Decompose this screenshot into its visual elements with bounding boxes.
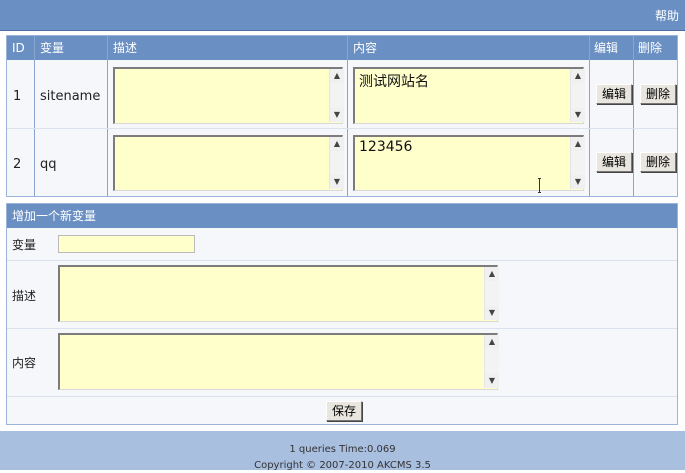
row-2-description-textarea[interactable] <box>113 135 343 191</box>
col-header-description: 描述 <box>113 41 138 55</box>
row-2-content-scrollbar[interactable]: ▲ ▼ <box>570 137 585 189</box>
scroll-down-icon[interactable]: ▼ <box>330 108 344 122</box>
help-link[interactable]: 帮助 <box>655 7 679 24</box>
scroll-up-icon[interactable]: ▲ <box>330 69 344 83</box>
variable-name-input[interactable] <box>58 235 195 253</box>
description-label: 描述 <box>12 289 37 303</box>
scroll-down-icon[interactable]: ▼ <box>330 175 344 189</box>
content-scrollbar[interactable]: ▲ ▼ <box>484 335 499 388</box>
text-cursor-icon <box>538 178 541 193</box>
scroll-up-icon[interactable]: ▲ <box>571 69 585 83</box>
content-textarea[interactable] <box>58 333 498 390</box>
row-2-content-text: 123456 <box>359 139 413 155</box>
col-header-name: 变量 <box>40 41 65 55</box>
scroll-down-icon[interactable]: ▼ <box>571 175 585 189</box>
name-label: 变量 <box>12 238 37 252</box>
scroll-down-icon[interactable]: ▼ <box>485 374 499 388</box>
row-2-name: qq <box>40 157 57 172</box>
footer: 1 queries Time:0.069 Copyright © 2007-20… <box>0 431 685 471</box>
row-1-content-textarea[interactable]: 测试网站名 <box>353 67 584 124</box>
row-1-content-text: 测试网站名 <box>359 74 429 90</box>
save-button[interactable]: 保存 <box>326 401 363 421</box>
row-2-description-scrollbar[interactable]: ▲ ▼ <box>329 137 344 189</box>
description-textarea[interactable] <box>58 265 498 322</box>
content-label: 内容 <box>12 356 37 370</box>
variables-table: ID 变量 描述 内容 编辑 删除 1 sitename ▲ ▼ 测试网站名 ▲… <box>6 35 678 197</box>
add-variable-form: 增加一个新变量 变量 描述 ▲ ▼ 内容 ▲ ▼ 保存 <box>6 203 678 425</box>
col-header-id: ID <box>12 41 25 55</box>
row-1-description-scrollbar[interactable]: ▲ ▼ <box>329 69 344 122</box>
row-2-id: 2 <box>13 157 22 172</box>
top-bar: 帮助 <box>0 0 685 31</box>
description-scrollbar[interactable]: ▲ ▼ <box>484 267 499 320</box>
col-header-content: 内容 <box>353 41 378 55</box>
row-2-edit-button[interactable]: 编辑 <box>596 152 633 172</box>
row-1-description-textarea[interactable] <box>113 67 343 124</box>
query-stats: 1 queries Time:0.069 <box>289 444 396 455</box>
row-2-delete-button[interactable]: 删除 <box>640 152 677 172</box>
scroll-up-icon[interactable]: ▲ <box>330 137 344 151</box>
col-header-edit: 编辑 <box>594 41 619 55</box>
row-1-edit-button[interactable]: 编辑 <box>596 84 633 104</box>
row-1-id: 1 <box>13 89 22 104</box>
row-1-content-scrollbar[interactable]: ▲ ▼ <box>570 69 585 122</box>
scroll-up-icon[interactable]: ▲ <box>571 137 585 151</box>
copyright: Copyright © 2007-2010 AKCMS 3.5 <box>254 460 431 471</box>
col-header-delete: 删除 <box>638 41 663 55</box>
row-1-delete-button[interactable]: 删除 <box>640 84 677 104</box>
row-2-content-textarea[interactable]: 123456 <box>353 135 584 191</box>
add-form-title: 增加一个新变量 <box>7 204 677 228</box>
scroll-down-icon[interactable]: ▼ <box>485 306 499 320</box>
scroll-up-icon[interactable]: ▲ <box>485 335 499 349</box>
row-1-name: sitename <box>40 89 101 104</box>
scroll-down-icon[interactable]: ▼ <box>571 108 585 122</box>
scroll-up-icon[interactable]: ▲ <box>485 267 499 281</box>
